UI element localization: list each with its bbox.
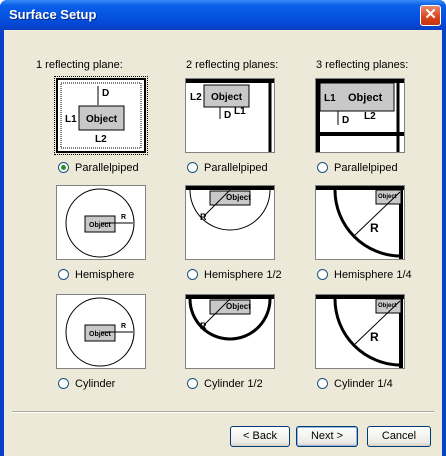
radio-cylinder[interactable]: Cylinder: [58, 377, 115, 391]
radio-dot[interactable]: [187, 269, 198, 280]
l2-label: L2: [95, 134, 107, 145]
radio-label: Hemisphere 1/2: [204, 269, 282, 281]
d-label: D: [102, 88, 109, 99]
parallelpiped-1-diagram: Object L1 L2 D: [60, 82, 142, 149]
object-label: Object: [378, 303, 397, 309]
radio-cylinder-half[interactable]: Cylinder 1/2: [187, 377, 263, 391]
radio-dot[interactable]: [317, 378, 328, 389]
title-bar[interactable]: Surface Setup ✕: [0, 0, 446, 30]
l2-label: L2: [190, 92, 202, 103]
radio-dot[interactable]: [58, 162, 69, 173]
radio-label: Hemisphere 1/4: [334, 269, 412, 281]
cylinder-diagram: Object R: [65, 297, 135, 367]
object-label: Object: [211, 92, 243, 103]
r-label: R: [200, 212, 207, 222]
dialog-body: 1 reflecting plane: 2 reflecting planes:…: [4, 30, 442, 456]
radio-dot[interactable]: [317, 162, 328, 173]
object-label: Object: [226, 193, 251, 202]
heading-2-planes: 2 reflecting planes:: [186, 59, 279, 71]
l1-label: L1: [234, 106, 246, 117]
cylinder-quarter-diagram: Object R: [316, 295, 404, 368]
object-label: Object: [226, 302, 251, 311]
parallelpiped-1-image[interactable]: Object L1 L2 D: [54, 76, 148, 155]
radio-label: Hemisphere: [75, 269, 135, 281]
radio-label: Parallelpiped: [75, 162, 139, 174]
r-label: R: [200, 321, 207, 331]
hemisphere-half-image[interactable]: Object R: [185, 185, 275, 260]
d-label: D: [342, 115, 349, 126]
close-icon: ✕: [424, 6, 437, 23]
cylinder-image[interactable]: Object R: [56, 294, 146, 369]
hemisphere-image[interactable]: Object R: [56, 185, 146, 260]
next-button[interactable]: Next >: [296, 426, 358, 447]
radio-hemisphere-quarter[interactable]: Hemisphere 1/4: [317, 268, 412, 282]
radio-label: Parallelpiped: [334, 162, 398, 174]
r-label: R: [121, 323, 126, 330]
parallelpiped-3-image[interactable]: Object L1 D L2: [315, 78, 405, 153]
object-label: Object: [86, 114, 118, 125]
r-label: R: [370, 221, 379, 235]
radio-parallelpiped-2[interactable]: Parallelpiped: [187, 161, 268, 175]
hemisphere-quarter-diagram: Object R: [316, 186, 404, 259]
dialog-title: Surface Setup: [9, 7, 97, 22]
radio-dot[interactable]: [58, 269, 69, 280]
hemisphere-quarter-image[interactable]: Object R: [315, 185, 405, 260]
radio-hemisphere-half[interactable]: Hemisphere 1/2: [187, 268, 282, 282]
parallelpiped-2-image[interactable]: Object L2 D L1: [185, 78, 275, 153]
l1-label: L1: [65, 114, 77, 125]
radio-dot[interactable]: [58, 378, 69, 389]
object-label: Object: [378, 194, 397, 200]
separator: [12, 411, 434, 413]
hemisphere-half-diagram: Object R: [186, 186, 274, 231]
radio-label: Cylinder 1/4: [334, 378, 393, 390]
dialog-window: Surface Setup ✕ 1 reflecting plane: 2 re…: [0, 0, 446, 456]
d-label: D: [224, 110, 231, 121]
radio-label: Parallelpiped: [204, 162, 268, 174]
r-label: R: [121, 214, 126, 221]
cylinder-half-image[interactable]: Object R: [185, 294, 275, 369]
close-button[interactable]: ✕: [420, 5, 441, 26]
radio-hemisphere[interactable]: Hemisphere: [58, 268, 134, 282]
heading-1-plane: 1 reflecting plane:: [36, 59, 123, 71]
cylinder-quarter-image[interactable]: Object R: [315, 294, 405, 369]
hemisphere-diagram: Object R: [65, 188, 135, 258]
object-label: Object: [348, 92, 383, 104]
cylinder-half-diagram: Object R: [186, 295, 274, 341]
back-button[interactable]: < Back: [230, 426, 290, 447]
r-label: R: [370, 330, 379, 344]
radio-dot[interactable]: [317, 269, 328, 280]
radio-cylinder-quarter[interactable]: Cylinder 1/4: [317, 377, 393, 391]
l1-label: L1: [324, 93, 336, 104]
radio-label: Cylinder: [75, 378, 116, 390]
cancel-button[interactable]: Cancel: [367, 426, 431, 447]
parallelpiped-2-diagram: Object L2 D L1: [186, 79, 274, 152]
radio-dot[interactable]: [187, 378, 198, 389]
radio-parallelpiped-3[interactable]: Parallelpiped: [317, 161, 398, 175]
parallelpiped-3-diagram: Object L1 D L2: [316, 79, 404, 152]
radio-dot[interactable]: [187, 162, 198, 173]
l2-label: L2: [364, 111, 376, 122]
heading-3-planes: 3 reflecting planes:: [316, 59, 409, 71]
radio-label: Cylinder 1/2: [204, 378, 263, 390]
radio-parallelpiped-1[interactable]: Parallelpiped: [58, 161, 139, 175]
